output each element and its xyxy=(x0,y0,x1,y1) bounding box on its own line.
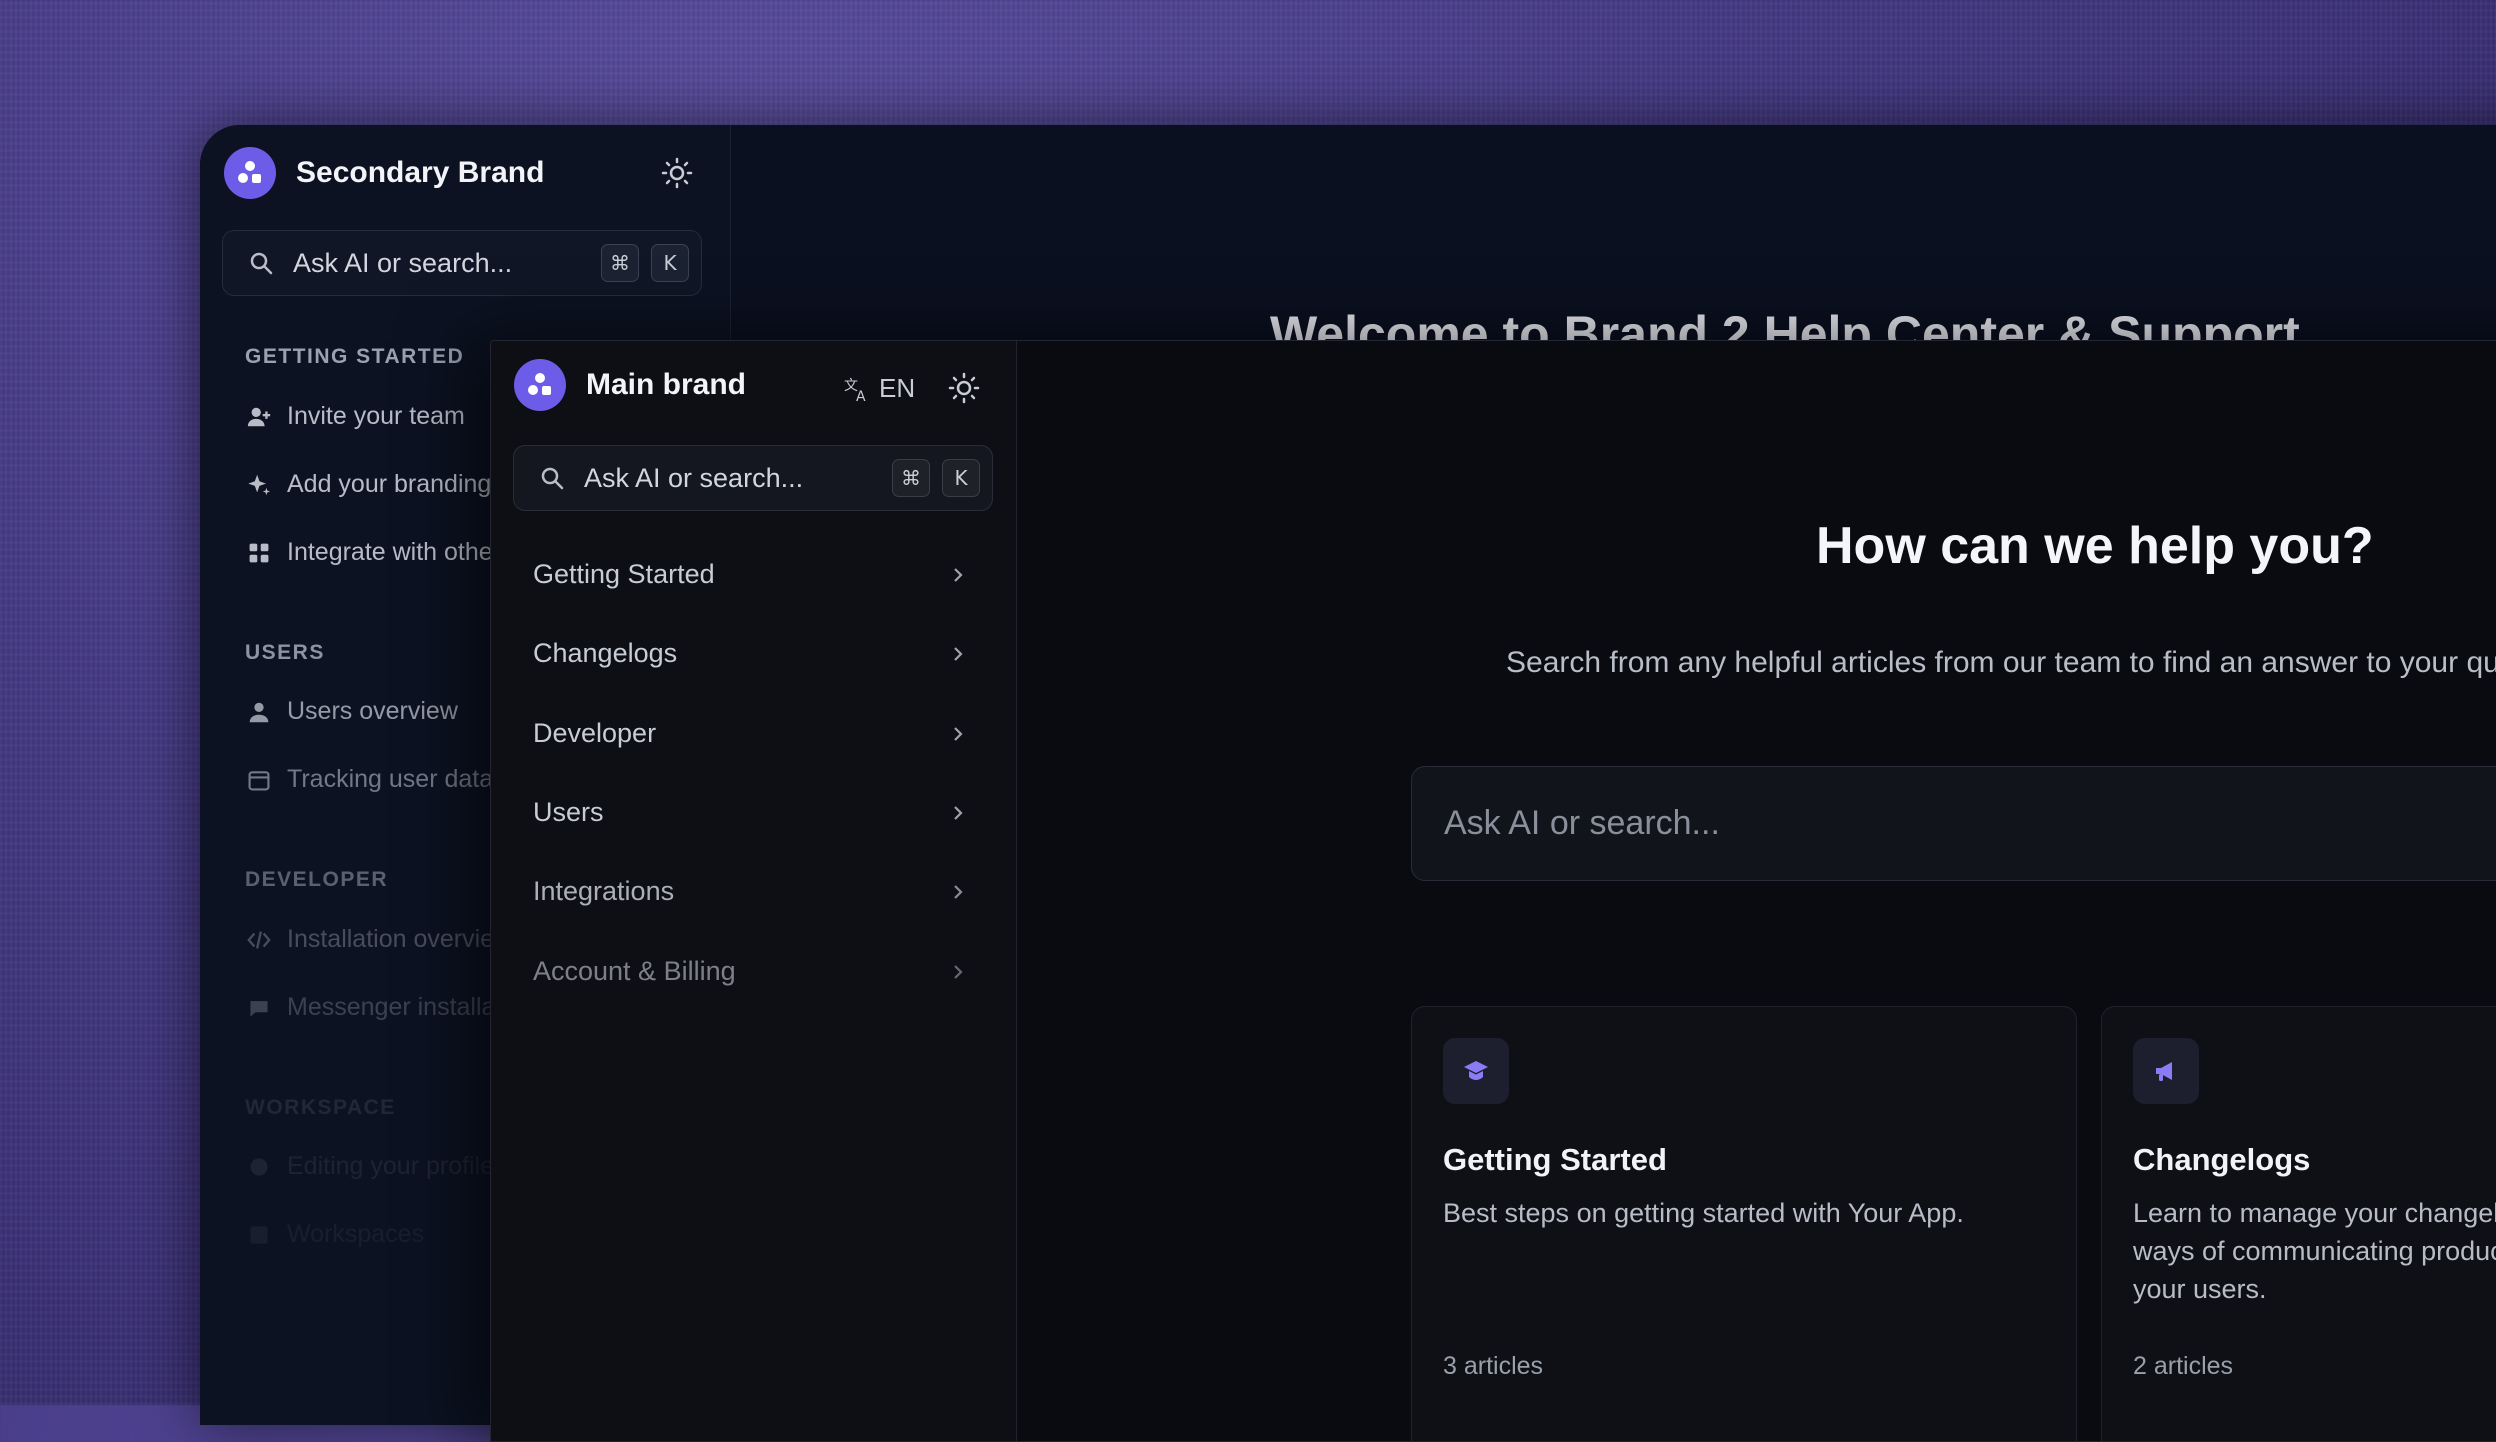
nav-item-label: Account & Billing xyxy=(533,956,736,986)
chevron-right-icon xyxy=(954,646,963,661)
main-brand-name: Main brand xyxy=(586,368,747,401)
nav-item-account-billing[interactable]: Account & Billing xyxy=(533,956,969,987)
main-brand-window: Main brand 文A EN Ask AI or search... ⌘ K… xyxy=(490,340,2496,1442)
section-heading-getting-started: GETTING STARTED xyxy=(245,345,465,368)
sidebar-item-label: Workspaces xyxy=(287,1220,425,1248)
nav-item-label: Getting Started xyxy=(533,559,715,589)
translate-icon: 文A xyxy=(844,378,866,403)
brand-logo-icon xyxy=(224,147,276,199)
megaphone-icon xyxy=(2133,1038,2199,1104)
secondary-search-input[interactable]: Ask AI or search... ⌘ K xyxy=(222,230,702,296)
nav-item-label: Developer xyxy=(533,718,657,748)
language-selector[interactable]: 文A EN xyxy=(843,373,915,404)
sidebar-item-add-branding[interactable]: Add your branding xyxy=(245,470,491,499)
grid-icon xyxy=(245,539,273,567)
search-placeholder: Ask AI or search... xyxy=(584,462,804,493)
kbd-k: K xyxy=(942,459,980,497)
section-heading-users: USERS xyxy=(245,641,325,664)
card-article-count: 2 articles xyxy=(2133,1352,2234,1380)
sidebar-item-label: Installation overview xyxy=(287,925,513,953)
nav-item-label: Users xyxy=(533,797,604,827)
main-brand-header[interactable]: Main brand xyxy=(514,359,746,411)
main-sidebar-search-input[interactable]: Ask AI or search... ⌘ K xyxy=(513,445,993,511)
language-label: EN xyxy=(879,373,916,403)
workspace-icon xyxy=(245,1221,273,1249)
search-icon xyxy=(250,252,273,275)
chevron-right-icon xyxy=(954,567,963,582)
nav-item-developer[interactable]: Developer xyxy=(533,718,969,749)
hero-search-placeholder: Ask AI or search... xyxy=(1444,804,1720,842)
nav-item-changelogs[interactable]: Changelogs xyxy=(533,638,969,669)
sidebar-item-label: Users overview xyxy=(287,697,458,725)
profile-icon xyxy=(245,1153,273,1181)
user-add-icon xyxy=(245,403,273,431)
search-icon xyxy=(541,467,564,490)
category-card-getting-started[interactable]: Getting Started Best steps on getting st… xyxy=(1411,1006,2077,1441)
kbd-cmd: ⌘ xyxy=(601,244,639,282)
svg-text:A: A xyxy=(856,389,866,403)
graduation-cap-icon xyxy=(1443,1038,1509,1104)
sidebar-item-invite-team[interactable]: Invite your team xyxy=(245,402,465,431)
chevron-right-icon xyxy=(954,726,963,741)
sidebar-item-users-overview[interactable]: Users overview xyxy=(245,697,458,726)
category-card-changelogs[interactable]: Changelogs Learn to manage your changelo… xyxy=(2101,1006,2496,1441)
nav-item-label: Integrations xyxy=(533,876,675,906)
nav-item-users[interactable]: Users xyxy=(533,797,969,828)
search-placeholder: Ask AI or search... xyxy=(293,247,513,278)
chevron-right-icon xyxy=(954,805,963,820)
sidebar-item-installation-overview[interactable]: Installation overview xyxy=(245,925,512,954)
nav-item-getting-started[interactable]: Getting Started xyxy=(533,559,969,590)
sidebar-item-label: Editing your profile xyxy=(287,1152,495,1180)
card-description: Best steps on getting started with Your … xyxy=(1443,1198,1964,1228)
chevron-right-icon xyxy=(954,884,963,899)
card-article-count: 3 articles xyxy=(1443,1352,1544,1380)
card-title: Changelogs xyxy=(2133,1142,2311,1177)
sidebar-item-label: Tracking user data xyxy=(287,765,494,793)
sidebar-item-label: Invite your team xyxy=(287,402,465,430)
chat-icon xyxy=(245,994,273,1022)
card-title: Getting Started xyxy=(1443,1142,1667,1177)
sidebar-item-workspaces[interactable]: Workspaces xyxy=(245,1220,424,1249)
theme-toggle-icon[interactable] xyxy=(947,371,981,405)
nav-item-integrations[interactable]: Integrations xyxy=(533,876,969,907)
sparkles-icon xyxy=(245,471,273,499)
kbd-k: K xyxy=(651,244,689,282)
section-heading-developer: DEVELOPER xyxy=(245,868,389,891)
sidebar-item-editing-profile[interactable]: Editing your profile xyxy=(245,1152,494,1181)
code-icon xyxy=(245,926,273,954)
main-sidebar: Main brand 文A EN Ask AI or search... ⌘ K… xyxy=(491,341,1017,1441)
theme-toggle-icon[interactable] xyxy=(660,156,694,190)
user-icon xyxy=(245,698,273,726)
calendar-icon xyxy=(245,766,273,794)
sidebar-item-label: Add your branding xyxy=(287,470,492,498)
brand-logo-icon xyxy=(514,359,566,411)
card-description: Learn to manage your changelogs and ways… xyxy=(2133,1198,2496,1304)
hero-search-input[interactable]: Ask AI or search... xyxy=(1411,766,2496,881)
chevron-right-icon xyxy=(954,964,963,979)
hero-title: How can we help you? xyxy=(1816,517,2374,575)
nav-item-label: Changelogs xyxy=(533,638,678,668)
sidebar-item-tracking-user-data[interactable]: Tracking user data xyxy=(245,765,493,794)
secondary-brand-header[interactable]: Secondary Brand xyxy=(224,147,544,199)
kbd-cmd: ⌘ xyxy=(892,459,930,497)
secondary-brand-name: Secondary Brand xyxy=(296,156,545,189)
section-heading-workspace: WORKSPACE xyxy=(245,1096,396,1119)
hero-subtitle: Search from any helpful articles from ou… xyxy=(1506,646,2496,679)
